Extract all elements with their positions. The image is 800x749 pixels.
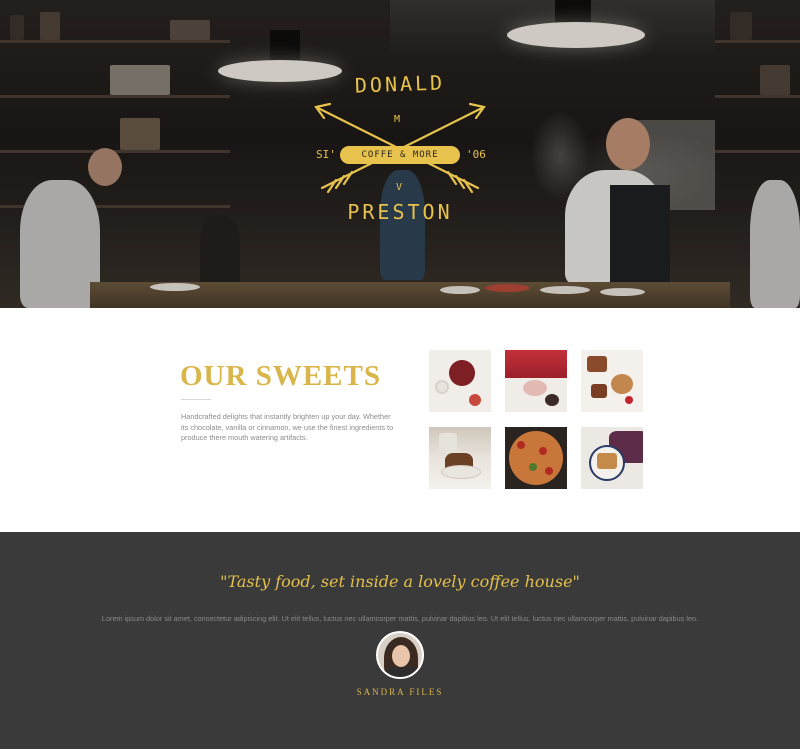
sweets-section: OUR SWEETS Handcrafted delights that ins…	[0, 308, 800, 532]
title-divider	[181, 399, 211, 400]
logo-name-bottom: PRESTON	[347, 200, 453, 224]
testimonial-author: SANDRA FILES	[356, 687, 444, 697]
logo-right-mark: '06	[466, 148, 486, 161]
sweets-description: Handcrafted delights that instantly brig…	[181, 412, 394, 442]
testimonial-quote: "Tasty food, set inside a lovely coffee …	[220, 572, 580, 591]
logo-left-mark: SI'	[316, 148, 336, 161]
sweets-title: OUR SWEETS	[180, 360, 381, 392]
sweet-photo-3[interactable]	[581, 350, 643, 412]
brand-logo[interactable]: DONALD M SI' COFFE & MORE '06 V PRESTON	[300, 70, 500, 240]
avatar	[376, 631, 424, 679]
logo-initial-bottom: V	[396, 182, 403, 193]
testimonial-section: "Tasty food, set inside a lovely coffee …	[0, 532, 800, 749]
logo-initial-top: M	[394, 114, 401, 125]
sweet-photo-6[interactable]	[581, 427, 643, 489]
sweet-photo-4[interactable]	[429, 427, 491, 489]
hero-banner: DONALD M SI' COFFE & MORE '06 V PRESTON	[0, 0, 800, 308]
sweet-photo-2[interactable]	[505, 350, 567, 412]
sweet-photo-1[interactable]	[429, 350, 491, 412]
logo-tagline: COFFE & MORE	[340, 146, 460, 164]
testimonial-body: Lorem ipsum dolor sit amet, consectetur …	[101, 614, 699, 623]
sweet-photo-5[interactable]	[505, 427, 567, 489]
